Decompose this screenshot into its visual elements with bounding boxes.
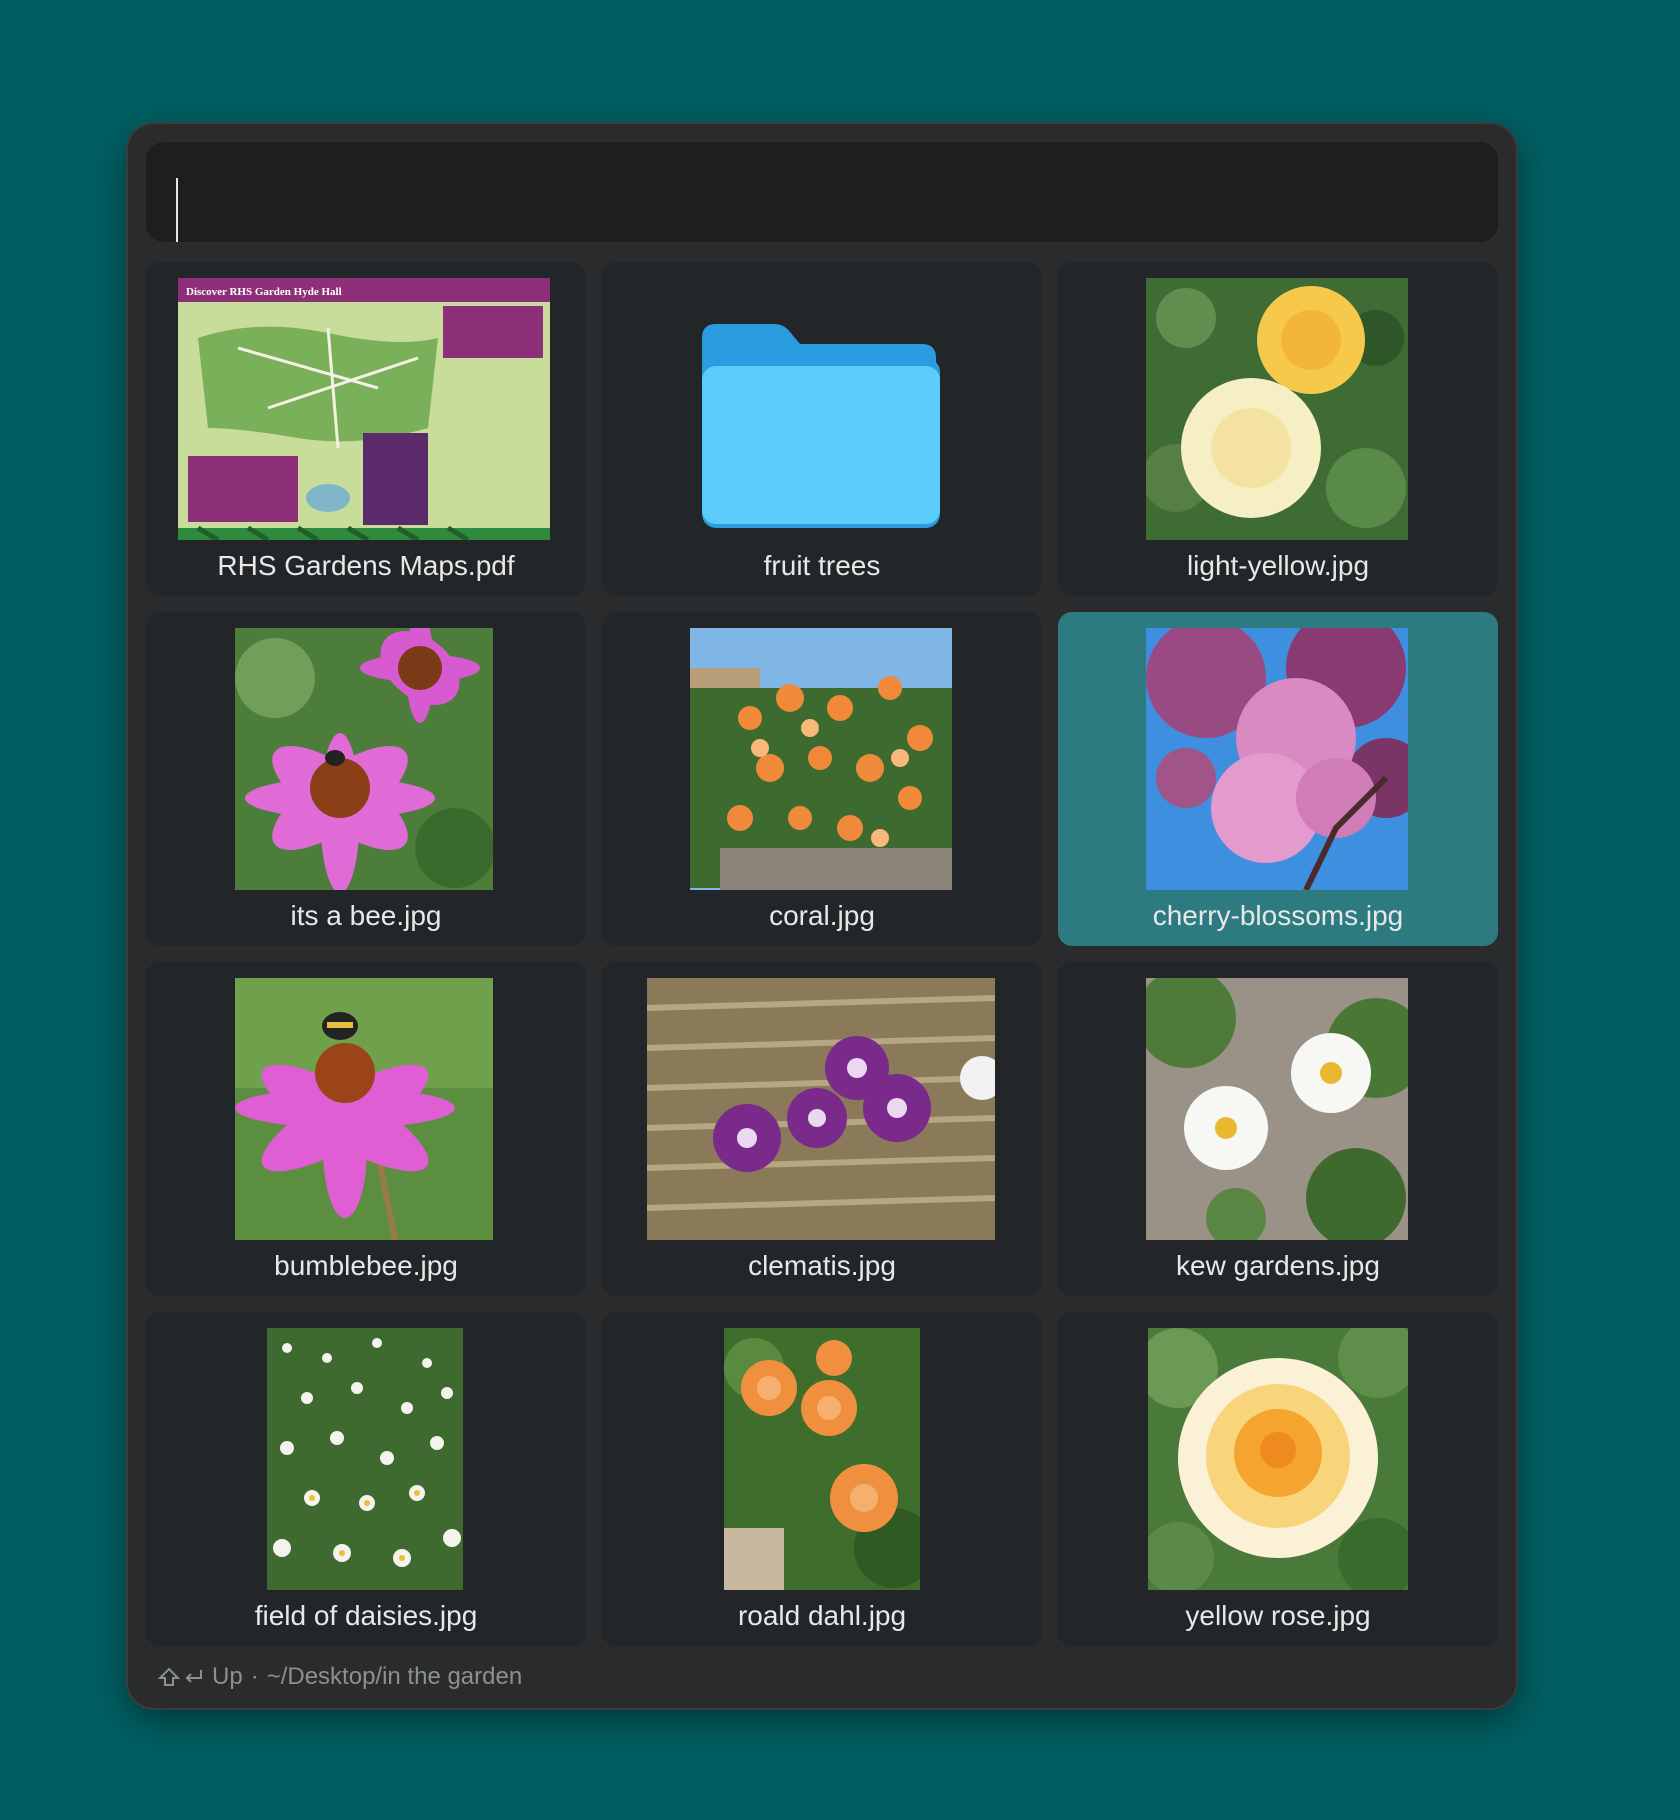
pdf-thumb-title: Discover RHS Garden Hyde Hall (186, 286, 342, 298)
shift-icon (158, 1667, 180, 1686)
text-caret (176, 178, 178, 242)
return-icon (185, 1670, 202, 1683)
file-name: roald dahl.jpg (737, 1600, 907, 1631)
file-tile-light-yellow[interactable]: light-yellow.jpg (1058, 262, 1498, 596)
search-bar[interactable] (146, 142, 1498, 242)
file-tile-roald-dahl[interactable]: roald dahl.jpg (602, 1312, 1042, 1646)
separator: · (250, 1663, 259, 1690)
file-tile-field-of-daisies[interactable]: field of daisies.jpg (146, 1312, 586, 1646)
file-tile-kew-gardens[interactable]: kew gardens.jpg (1058, 962, 1498, 1296)
shortcut-hint (158, 1666, 204, 1688)
file-name: RHS Gardens Maps.pdf (217, 550, 515, 581)
image-thumbnail (1148, 1328, 1408, 1590)
image-thumbnail (267, 1328, 463, 1590)
image-thumbnail (235, 628, 493, 890)
image-thumbnail (235, 978, 493, 1240)
file-grid: Discover RHS Garden Hyde Hall RHS Garden… (146, 262, 1498, 1650)
image-thumbnail (647, 978, 995, 1240)
file-name: coral.jpg (769, 900, 875, 931)
file-name: its a bee.jpg (290, 900, 442, 931)
file-tile-bumblebee[interactable]: bumblebee.jpg (146, 962, 586, 1296)
image-thumbnail (690, 628, 952, 890)
image-thumbnail (1146, 978, 1408, 1240)
file-name: light-yellow.jpg (1186, 550, 1370, 581)
file-name: bumblebee.jpg (274, 1250, 458, 1281)
pdf-thumbnail: Discover RHS Garden Hyde Hall (178, 278, 550, 540)
file-tile-yellow-rose[interactable]: yellow rose.jpg (1058, 1312, 1498, 1646)
file-name: field of daisies.jpg (254, 1600, 478, 1631)
status-bar: Up · ~/Desktop/in the garden (158, 1662, 522, 1692)
file-tile-coral[interactable]: coral.jpg (602, 612, 1042, 946)
file-tile-clematis[interactable]: clematis.jpg (602, 962, 1042, 1296)
file-name: clematis.jpg (748, 1250, 896, 1281)
image-thumbnail (1146, 278, 1408, 540)
image-thumbnail (724, 1328, 920, 1590)
folder-icon (692, 278, 952, 540)
current-path: ~/Desktop/in the garden (266, 1663, 523, 1690)
search-input[interactable] (176, 164, 1476, 228)
file-tile-cherry-blossoms[interactable]: cherry-blossoms.jpg (1058, 612, 1498, 946)
image-thumbnail (1146, 628, 1408, 890)
file-name: fruit trees (763, 550, 881, 581)
launcher-window: Discover RHS Garden Hyde Hall RHS Garden… (128, 124, 1516, 1708)
file-name: kew gardens.jpg (1176, 1250, 1380, 1281)
file-name: cherry-blossoms.jpg (1152, 900, 1404, 931)
file-tile-its-a-bee[interactable]: its a bee.jpg (146, 612, 586, 946)
file-tile-rhs-gardens-maps[interactable]: Discover RHS Garden Hyde Hall RHS Garden… (146, 262, 586, 596)
file-name: yellow rose.jpg (1185, 1600, 1371, 1631)
folder-tile-fruit-trees[interactable]: fruit trees (602, 262, 1042, 596)
up-label[interactable]: Up (212, 1663, 243, 1691)
